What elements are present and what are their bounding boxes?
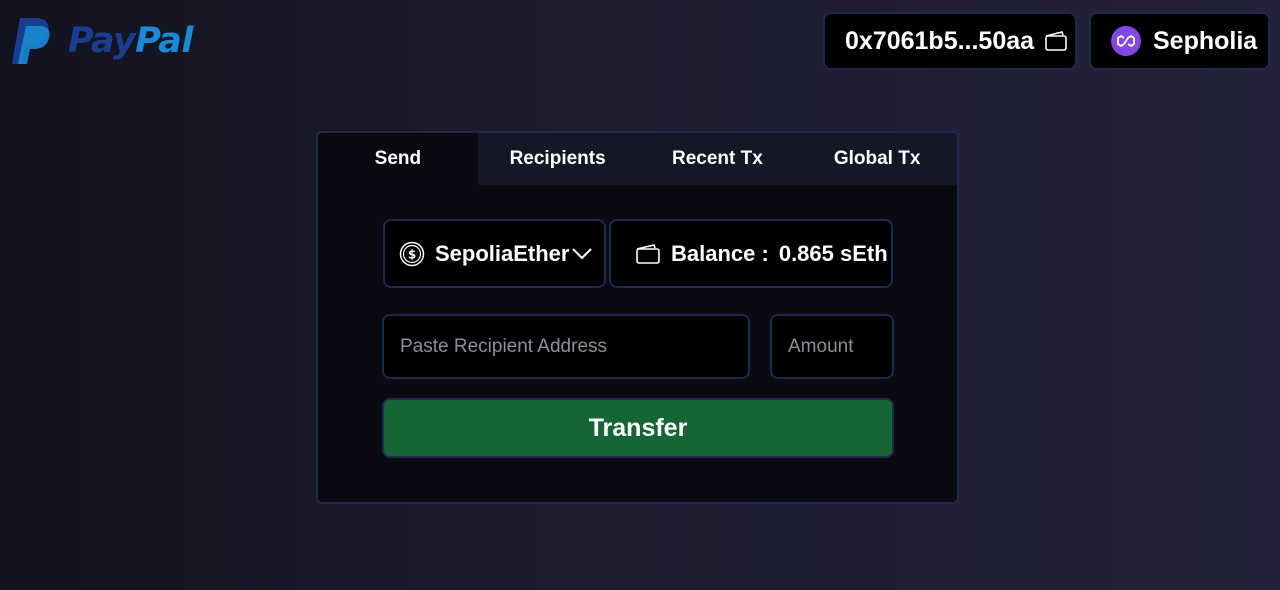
balance-display: Balance : 0.865 sEth <box>609 219 893 288</box>
network-name: Sepholia <box>1153 26 1258 55</box>
dollar-coin-icon: $ <box>399 241 425 266</box>
wallet-address: 0x7061b5...50aa <box>845 26 1035 55</box>
wallet-address-button[interactable]: 0x7061b5...50aa <box>823 12 1077 70</box>
svg-text:$: $ <box>408 247 416 261</box>
brand-name: PayPal <box>68 21 193 61</box>
amount-input[interactable] <box>770 314 894 379</box>
tab-recipients[interactable]: Recipients <box>478 133 638 185</box>
balance-label: Balance : <box>671 240 769 266</box>
wallet-icon <box>1045 31 1067 51</box>
polygon-icon <box>1111 26 1141 56</box>
paypal-logo-icon <box>12 18 50 64</box>
brand-pal: Pal <box>135 21 193 61</box>
token-name: SepoliaEther <box>435 240 570 266</box>
paypal-logo[interactable]: PayPal <box>10 16 193 66</box>
tab-send[interactable]: Send <box>318 133 478 185</box>
network-button[interactable]: Sepholia <box>1089 12 1270 70</box>
tab-bar: Send Recipients Recent Tx Global Tx <box>318 133 957 185</box>
tab-recent-tx[interactable]: Recent Tx <box>638 133 798 185</box>
brand-pay: Pay <box>68 21 136 61</box>
token-select[interactable]: $ SepoliaEther <box>383 219 606 288</box>
transfer-button[interactable]: Transfer <box>382 398 894 458</box>
tab-global-tx[interactable]: Global Tx <box>797 133 957 185</box>
chevron-down-icon <box>572 247 593 259</box>
wallet-icon <box>636 243 660 264</box>
send-card: Send Recipients Recent Tx Global Tx $ Se… <box>316 131 959 504</box>
balance-value: 0.865 sEth <box>778 240 888 266</box>
recipient-address-input[interactable] <box>382 314 750 379</box>
